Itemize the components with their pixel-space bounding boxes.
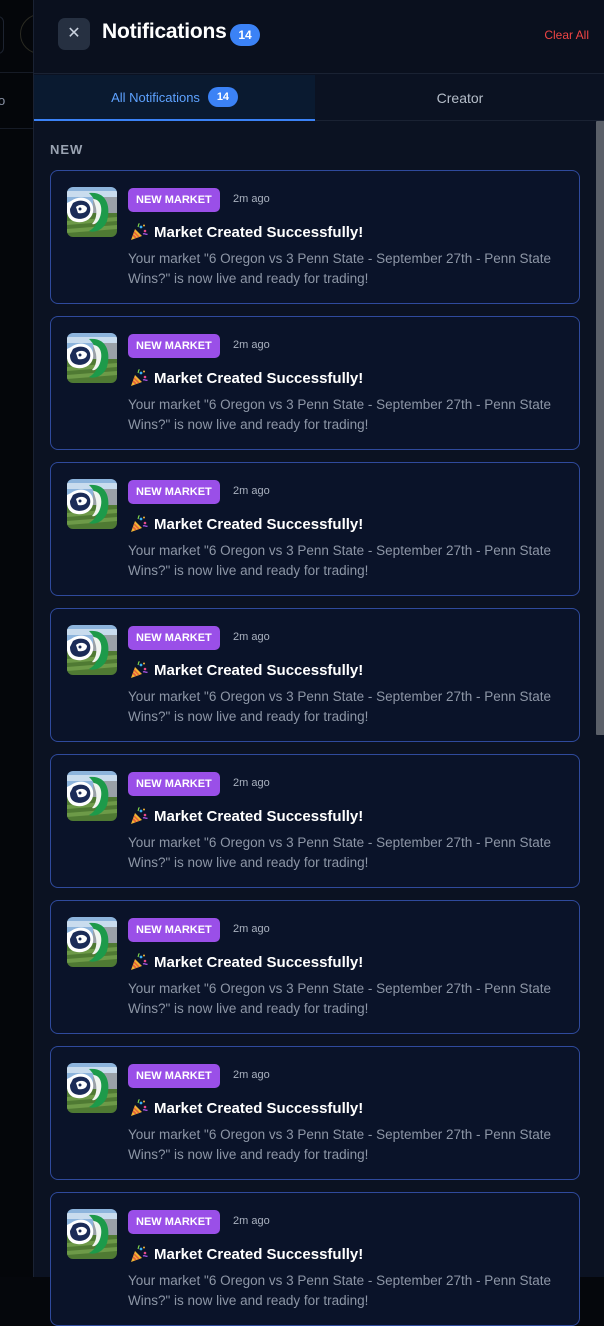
- tab-count-badge: 14: [207, 87, 238, 107]
- tab-creator[interactable]: Creator: [315, 75, 604, 121]
- notification-title: Market Created Successfully!: [130, 1245, 363, 1263]
- notification-card[interactable]: NEW MARKET 2m ago Market Created Success…: [50, 170, 580, 304]
- new-market-badge: NEW MARKET: [128, 1210, 220, 1234]
- notification-title-text: Market Created Successfully!: [154, 661, 364, 679]
- new-market-badge: NEW MARKET: [128, 188, 220, 212]
- notification-message: Your market "6 Oregon vs 3 Penn State - …: [128, 835, 552, 870]
- timestamp: 2m ago: [233, 631, 270, 643]
- market-thumbnail: [67, 187, 117, 237]
- timestamp: 2m ago: [233, 193, 270, 205]
- notification-card[interactable]: NEW MARKET 2m ago Market Created Success…: [50, 754, 580, 888]
- party-popper-icon: [131, 223, 148, 240]
- timestamp: 2m ago: [233, 339, 270, 351]
- market-thumbnail: [67, 1063, 117, 1113]
- notification-title-text: Market Created Successfully!: [154, 1245, 364, 1263]
- party-popper-icon: [131, 515, 148, 532]
- market-thumbnail: [67, 917, 117, 967]
- notification-card[interactable]: NEW MARKET 2m ago Market Created Success…: [50, 900, 580, 1034]
- notification-card[interactable]: NEW MARKET 2m ago Market Created Success…: [50, 608, 580, 742]
- panel-header: ✕ Notifications 14 Clear All: [34, 0, 604, 74]
- new-market-badge: NEW MARKET: [128, 334, 220, 358]
- notification-message: Your market "6 Oregon vs 3 Penn State - …: [128, 1273, 552, 1308]
- close-icon: ✕: [67, 25, 81, 42]
- new-market-badge: NEW MARKET: [128, 918, 220, 942]
- notification-title: Market Created Successfully!: [130, 369, 363, 387]
- notification-card[interactable]: NEW MARKET 2m ago Market Created Success…: [50, 1046, 580, 1180]
- notification-message: Your market "6 Oregon vs 3 Penn State - …: [128, 397, 552, 432]
- new-market-badge: NEW MARKET: [128, 626, 220, 650]
- notification-title-text: Market Created Successfully!: [154, 223, 364, 241]
- market-thumbnail: [67, 1209, 117, 1259]
- section-heading-new: NEW: [50, 142, 84, 157]
- background-text-fragment: o: [0, 93, 6, 108]
- party-popper-icon: [131, 369, 148, 386]
- notification-title-text: Market Created Successfully!: [154, 1099, 364, 1117]
- market-thumbnail: [67, 333, 117, 383]
- party-popper-icon: [131, 1099, 148, 1116]
- notification-title: Market Created Successfully!: [130, 661, 363, 679]
- party-popper-icon: [131, 661, 148, 678]
- clear-all-button[interactable]: Clear All: [544, 28, 589, 42]
- notification-message: Your market "6 Oregon vs 3 Penn State - …: [128, 981, 552, 1016]
- party-popper-icon: [131, 953, 148, 970]
- market-thumbnail: [67, 625, 117, 675]
- scrollbar-thumb[interactable]: [596, 121, 604, 735]
- timestamp: 2m ago: [233, 923, 270, 935]
- new-market-badge: NEW MARKET: [128, 480, 220, 504]
- notification-title: Market Created Successfully!: [130, 953, 363, 971]
- new-market-badge: NEW MARKET: [128, 1064, 220, 1088]
- timestamp: 2m ago: [233, 777, 270, 789]
- notification-message: Your market "6 Oregon vs 3 Penn State - …: [128, 1127, 552, 1162]
- party-popper-icon: [131, 807, 148, 824]
- notification-card[interactable]: NEW MARKET 2m ago Market Created Success…: [50, 316, 580, 450]
- timestamp: 2m ago: [233, 1069, 270, 1081]
- tab-label: Creator: [436, 90, 484, 106]
- background-page: o: [0, 0, 60, 1277]
- panel-title: Notifications: [102, 20, 227, 43]
- background-divider: [0, 128, 33, 129]
- timestamp: 2m ago: [233, 1215, 270, 1227]
- notification-message: Your market "6 Oregon vs 3 Penn State - …: [128, 543, 552, 578]
- new-market-badge: NEW MARKET: [128, 772, 220, 796]
- notification-title: Market Created Successfully!: [130, 515, 363, 533]
- notification-card[interactable]: NEW MARKET 2m ago Market Created Success…: [50, 1192, 580, 1326]
- notification-message: Your market "6 Oregon vs 3 Penn State - …: [128, 689, 552, 724]
- tab-label: All Notifications: [111, 89, 200, 105]
- background-element: [0, 16, 4, 54]
- party-popper-icon: [131, 1245, 148, 1262]
- background-divider: [0, 72, 33, 73]
- notification-title-text: Market Created Successfully!: [154, 515, 364, 533]
- notification-title-text: Market Created Successfully!: [154, 369, 364, 387]
- notification-count-badge: 14: [230, 24, 260, 46]
- notification-card[interactable]: NEW MARKET 2m ago Market Created Success…: [50, 462, 580, 596]
- notification-title: Market Created Successfully!: [130, 1099, 363, 1117]
- notification-title-text: Market Created Successfully!: [154, 953, 364, 971]
- tab-all-notifications[interactable]: All Notifications 14: [34, 75, 315, 121]
- timestamp: 2m ago: [233, 485, 270, 497]
- notification-title-text: Market Created Successfully!: [154, 807, 364, 825]
- notification-message: Your market "6 Oregon vs 3 Penn State - …: [128, 251, 552, 286]
- notifications-panel: ✕ Notifications 14 Clear All All Notific…: [33, 0, 604, 1326]
- notification-title: Market Created Successfully!: [130, 807, 363, 825]
- market-thumbnail: [67, 479, 117, 529]
- notification-tabs: All Notifications 14 Creator: [34, 75, 604, 121]
- notification-title: Market Created Successfully!: [130, 223, 363, 241]
- close-button[interactable]: ✕: [58, 18, 90, 50]
- market-thumbnail: [67, 771, 117, 821]
